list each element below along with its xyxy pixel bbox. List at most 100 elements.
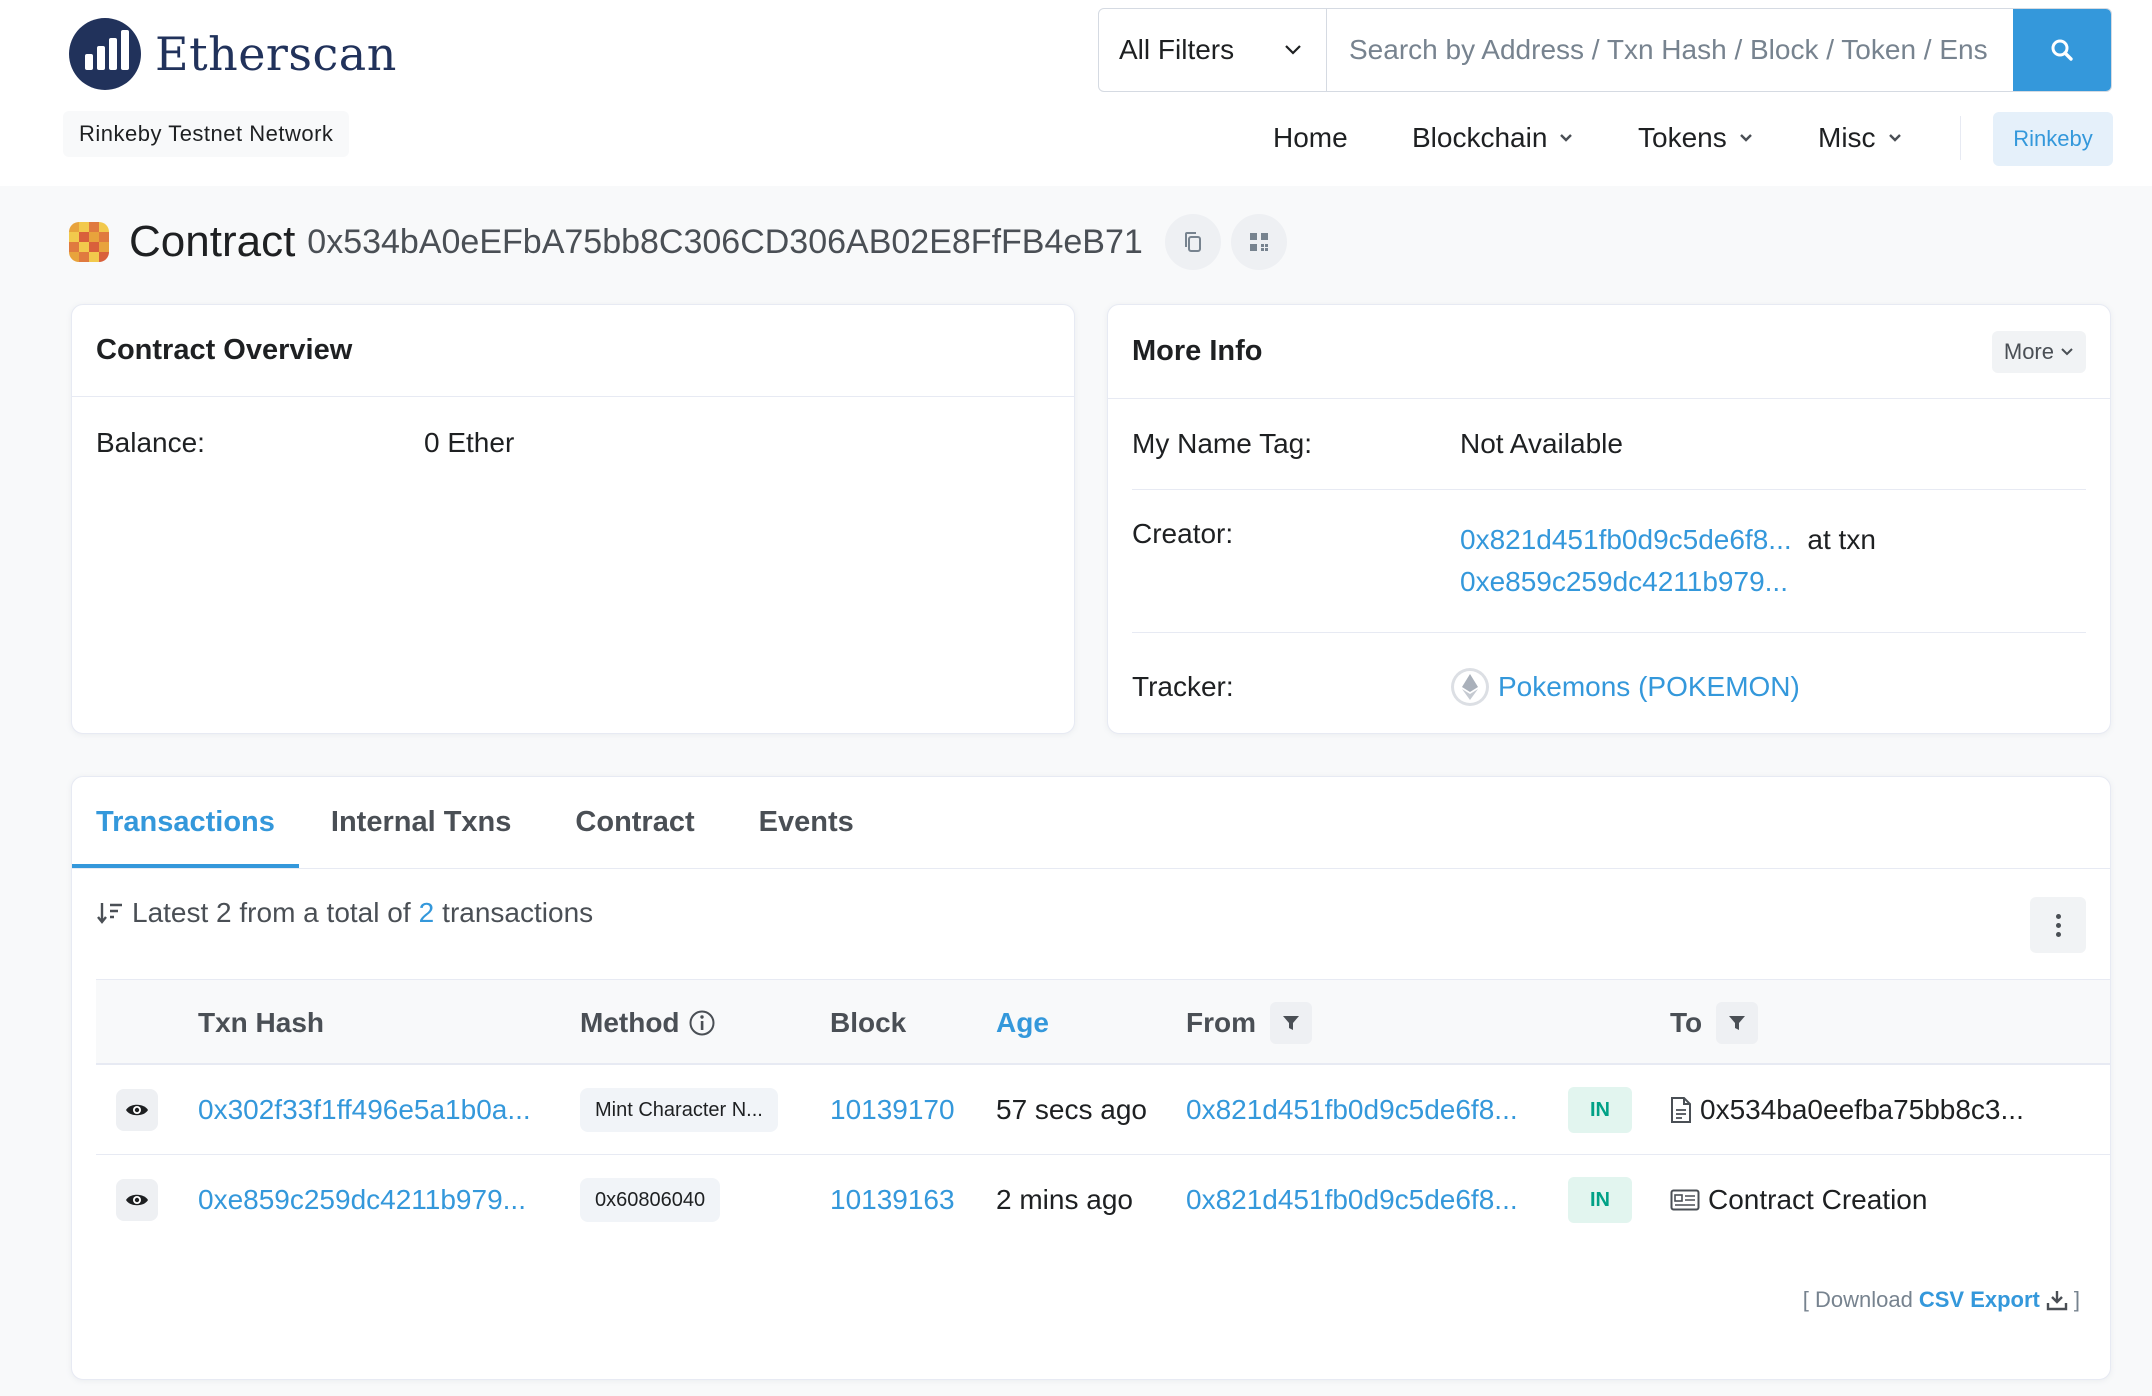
creator-address-link[interactable]: 0x821d451fb0d9c5de6f8... — [1460, 524, 1792, 555]
to-cell: 0x534ba0eefba75bb8c3... — [1670, 1065, 2024, 1155]
ethereum-token-icon — [1451, 668, 1489, 706]
chevron-down-icon — [1739, 134, 1752, 142]
from-address-link[interactable]: 0x821d451fb0d9c5de6f8... — [1186, 1184, 1518, 1216]
chevron-down-icon — [1888, 134, 1901, 142]
method-badge: 0x60806040 — [580, 1178, 721, 1222]
table-header-row: Txn Hash Method Block Age From To — [96, 979, 2110, 1065]
qr-code-button[interactable] — [1230, 214, 1287, 270]
nav-blockchain[interactable]: Blockchain — [1412, 122, 1573, 154]
creator-value: 0x821d451fb0d9c5de6f8... at txn 0xe859c2… — [1460, 519, 1876, 603]
kebab-dot — [2055, 931, 2061, 937]
to-cell: Contract Creation — [1670, 1155, 1927, 1245]
to-contract-creation: Contract Creation — [1708, 1184, 1928, 1215]
filter-icon — [1729, 1016, 1746, 1030]
more-button-label: More — [2003, 338, 2054, 364]
column-header-age[interactable]: Age — [996, 980, 1049, 1066]
info-icon[interactable] — [688, 1009, 716, 1037]
direction-badge: IN — [1568, 1087, 1632, 1133]
transactions-card: Transactions Internal Txns Contract Even… — [71, 776, 2111, 1380]
contract-overview-title: Contract Overview — [96, 334, 353, 366]
download-icon — [2046, 1291, 2068, 1311]
contract-avatar-icon — [69, 222, 109, 262]
eye-icon — [126, 1194, 148, 1206]
creator-txn-link[interactable]: 0xe859c259dc4211b979... — [1460, 566, 1788, 597]
table-row: 0x302f33f1ff496e5a1b0a... Mint Character… — [96, 1065, 2110, 1155]
network-badge: Rinkeby Testnet Network — [63, 111, 350, 157]
to-address[interactable]: 0x534ba0eefba75bb8c3... — [1700, 1094, 2024, 1126]
tab-bar: Transactions Internal Txns Contract Even… — [72, 777, 2110, 869]
more-dropdown-button[interactable]: More — [1991, 330, 2086, 373]
txn-hash-link[interactable]: 0xe859c259dc4211b979... — [198, 1184, 526, 1216]
creator-at-txn: at txn — [1807, 524, 1876, 555]
from-address-link[interactable]: 0x821d451fb0d9c5de6f8... — [1186, 1094, 1518, 1126]
contract-creation-icon — [1670, 1189, 1700, 1211]
search-input[interactable] — [1327, 9, 2013, 91]
column-header-block: Block — [830, 1007, 907, 1038]
search-filter-label: All Filters — [1119, 34, 1235, 65]
summary-prefix: Latest 2 from a total of — [132, 897, 411, 928]
contract-overview-header: Contract Overview — [72, 305, 1074, 397]
sort-icon — [97, 903, 122, 924]
page-title: Contract — [129, 217, 296, 266]
nav-tokens-label: Tokens — [1638, 122, 1727, 153]
network-switch-button[interactable]: Rinkeby — [1993, 112, 2113, 166]
eye-icon — [126, 1104, 148, 1116]
tracker-value: Pokemons (POKEMON) — [1450, 667, 1800, 707]
transactions-summary: Latest 2 from a total of 2 transactions — [96, 897, 593, 929]
view-details-button[interactable] — [116, 1089, 158, 1131]
more-info-header: More Info More — [1108, 305, 2110, 399]
to-header-label: To — [1670, 1007, 1703, 1038]
filter-icon — [1283, 1016, 1299, 1030]
tab-contract[interactable]: Contract — [543, 777, 726, 868]
nav-divider — [1960, 116, 1961, 160]
nav-blockchain-label: Blockchain — [1412, 122, 1548, 153]
qr-code-icon — [1249, 233, 1268, 251]
chevron-down-icon — [1560, 134, 1573, 142]
summary-count-link[interactable]: 2 — [419, 897, 435, 929]
csv-export-link[interactable]: CSV Export — [1919, 1287, 2040, 1313]
age-value: 57 secs ago — [996, 1094, 1147, 1125]
search-bar: All Filters — [1098, 8, 2112, 92]
contract-overview-card: Contract Overview Balance: 0 Ether — [71, 304, 1075, 734]
view-details-button[interactable] — [116, 1179, 158, 1221]
tracker-row: Tracker: Pokemons (POKEMON) — [1108, 633, 2110, 741]
column-header-to: To — [1670, 980, 1759, 1066]
tab-internal-txns[interactable]: Internal Txns — [299, 777, 544, 868]
etherscan-logo[interactable]: Etherscan — [69, 18, 397, 90]
site-header: Etherscan Rinkeby Testnet Network All Fi… — [0, 0, 2152, 186]
tracker-link[interactable]: Pokemons (POKEMON) — [1498, 671, 1800, 703]
search-button[interactable] — [2013, 9, 2111, 91]
column-header-from: From — [1186, 980, 1312, 1066]
page-title-row: Contract 0x534bA0eEFbA75bb8C306CD306AB02… — [69, 212, 1287, 272]
block-link[interactable]: 10139163 — [830, 1184, 955, 1216]
kebab-dot — [2055, 922, 2061, 928]
search-filter-select[interactable]: All Filters — [1099, 9, 1327, 91]
nav-home[interactable]: Home — [1273, 122, 1348, 154]
balance-row: Balance: 0 Ether — [72, 397, 1074, 459]
nav-misc[interactable]: Misc — [1818, 122, 1902, 154]
method-header-label: Method — [580, 1007, 680, 1038]
csv-open-text: [ Download — [1802, 1287, 1913, 1312]
more-info-card: More Info More My Name Tag: Not Availabl… — [1107, 304, 2111, 734]
column-header-txn-hash: Txn Hash — [198, 1007, 325, 1038]
method-badge: Mint Character N... — [580, 1088, 778, 1132]
name-tag-label: My Name Tag: — [1132, 428, 1312, 459]
block-link[interactable]: 10139170 — [830, 1094, 955, 1126]
txn-hash-link[interactable]: 0x302f33f1ff496e5a1b0a... — [198, 1094, 531, 1126]
nav-tokens[interactable]: Tokens — [1638, 122, 1753, 154]
more-options-button[interactable] — [2030, 897, 2086, 953]
tab-events[interactable]: Events — [727, 777, 886, 868]
csv-download: [ Download CSV Export ] — [1803, 1287, 2080, 1313]
transactions-table: Txn Hash Method Block Age From To 0x302f… — [96, 979, 2110, 1245]
etherscan-logo-icon — [69, 18, 141, 90]
csv-close-text: ] — [2073, 1287, 2080, 1312]
direction-badge: IN — [1568, 1177, 1632, 1223]
from-filter-button[interactable] — [1270, 1002, 1312, 1044]
nav-home-label: Home — [1273, 122, 1348, 153]
to-filter-button[interactable] — [1716, 1002, 1759, 1044]
summary-suffix: transactions — [442, 897, 594, 928]
tab-transactions[interactable]: Transactions — [72, 777, 299, 868]
from-header-label: From — [1186, 1007, 1256, 1038]
name-tag-value: Not Available — [1460, 428, 1623, 459]
copy-address-button[interactable] — [1164, 214, 1221, 270]
